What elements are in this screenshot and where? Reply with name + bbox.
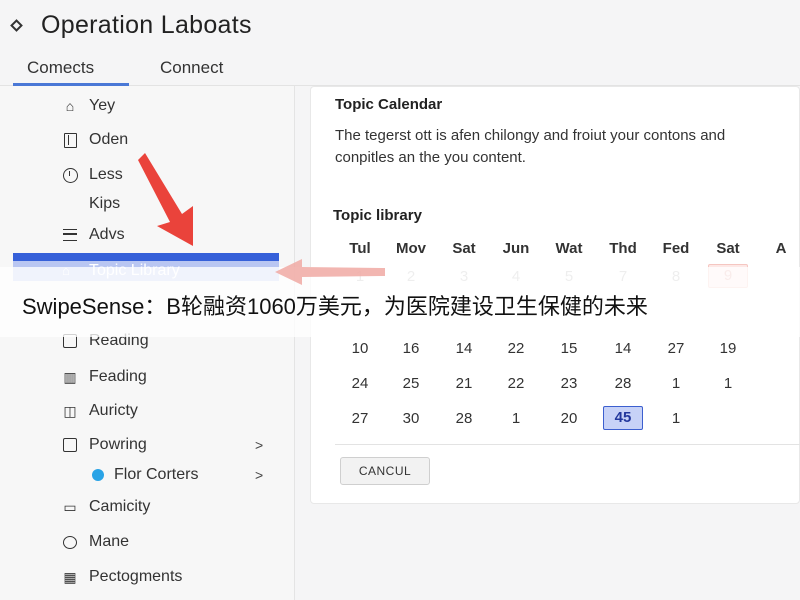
calendar-day[interactable]: 19 bbox=[708, 340, 748, 357]
weekday-label: Tul bbox=[349, 240, 371, 257]
calendar-day[interactable]: 14 bbox=[444, 340, 484, 357]
chevron-right-icon: > bbox=[255, 437, 264, 453]
sidebar-item-pectogments[interactable]: ▦ Pectogments bbox=[0, 563, 295, 591]
sidebar-item-kips[interactable]: Kips bbox=[0, 190, 295, 218]
sidebar-item-mane[interactable]: Mane bbox=[0, 528, 295, 556]
columns-icon: ▥ bbox=[63, 368, 77, 385]
home-icon: ⌂ bbox=[65, 98, 75, 114]
calendar-day[interactable]: 25 bbox=[391, 375, 431, 392]
sidebar-item-label: Auricty bbox=[89, 402, 138, 419]
sidebar-item-label: Powring bbox=[89, 436, 147, 453]
calendar-day[interactable]: 20 bbox=[549, 410, 589, 427]
library-title: Topic library bbox=[333, 207, 422, 224]
sidebar-item-label: Less bbox=[89, 166, 123, 183]
sidebar: ⌂ Yey Oden Less Kips Advs Reading ▥ Fead… bbox=[0, 86, 295, 600]
grid-icon: ▦ bbox=[63, 568, 77, 585]
calendar-day[interactable]: 21 bbox=[444, 375, 484, 392]
sidebar-item-label: Camicity bbox=[89, 498, 151, 515]
weekday-label: Sat bbox=[452, 240, 476, 257]
sidebar-item-label: Oden bbox=[89, 131, 129, 148]
sidebar-item-label: Flor Corters bbox=[114, 466, 199, 483]
sidebar-item-yey[interactable]: ⌂ Yey bbox=[0, 92, 295, 120]
caption-text: SwipeSense：B轮融资1060万美元，为医院建设卫生保健的未来 bbox=[22, 294, 648, 319]
calendar-day[interactable]: 1 bbox=[496, 410, 536, 427]
calendar-day[interactable]: 15 bbox=[549, 340, 589, 357]
list-icon bbox=[61, 226, 79, 244]
weekday-header: Tul Mov Sat Jun Wat Thd Fed Sat A bbox=[311, 240, 800, 260]
app-header: Operation Laboats bbox=[0, 0, 800, 50]
weekday-label: Wat bbox=[555, 240, 583, 257]
calendar-day[interactable]: 23 bbox=[549, 375, 589, 392]
weekday-label: Sat bbox=[716, 240, 740, 257]
sidebar-item-camicity[interactable]: ▭ Camicity bbox=[0, 493, 295, 521]
sidebar-item-flor-corters[interactable]: Flor Corters > bbox=[0, 461, 295, 489]
sidebar-item-label: Feading bbox=[89, 368, 147, 385]
sidebar-item-label: Mane bbox=[89, 533, 130, 550]
sidebar-item-auricty[interactable]: ◫ Auricty bbox=[0, 397, 295, 425]
calendar-day-selected[interactable]: 45 bbox=[603, 406, 643, 430]
calendar-day[interactable]: 28 bbox=[603, 375, 643, 392]
chevron-right-icon: > bbox=[255, 467, 264, 483]
divider bbox=[335, 444, 800, 445]
weekday-label: Mov bbox=[396, 240, 426, 257]
speech-icon bbox=[61, 533, 79, 551]
sidebar-item-label: Pectogments bbox=[89, 568, 183, 585]
page-title: Operation Laboats bbox=[41, 10, 252, 39]
sidebar-item-label: Yey bbox=[89, 97, 116, 114]
window-icon: ▭ bbox=[63, 498, 77, 515]
calendar-day[interactable]: 22 bbox=[496, 375, 536, 392]
cancel-button[interactable]: CANCUL bbox=[340, 457, 430, 485]
clock-icon bbox=[61, 166, 79, 184]
calendar-day[interactable]: 27 bbox=[656, 340, 696, 357]
weekday-label: A bbox=[775, 240, 787, 257]
sidebar-item-advs[interactable]: Advs bbox=[0, 221, 295, 249]
calendar-day[interactable]: 1 bbox=[708, 375, 748, 392]
calendar-day[interactable]: 24 bbox=[340, 375, 380, 392]
sidebar-item-label: Kips bbox=[89, 195, 121, 212]
sidebar-item-powring[interactable]: Powring > bbox=[0, 431, 295, 459]
active-item-bar bbox=[13, 253, 279, 261]
document-icon bbox=[61, 131, 79, 149]
weekday-label: Thd bbox=[609, 240, 637, 257]
sidebar-item-less[interactable]: Less bbox=[0, 161, 295, 189]
calendar-day[interactable]: 10 bbox=[340, 340, 380, 357]
calendar-day[interactable]: 14 bbox=[603, 340, 643, 357]
calendar-day[interactable]: 1 bbox=[656, 410, 696, 427]
calendar-day[interactable]: 22 bbox=[496, 340, 536, 357]
calendar-day[interactable]: 28 bbox=[444, 410, 484, 427]
panel-icon: ◫ bbox=[63, 402, 77, 419]
sidebar-item-oden[interactable]: Oden bbox=[0, 126, 295, 154]
sidebar-item-feading[interactable]: ▥ Feading bbox=[0, 363, 295, 391]
tab-comects[interactable]: Comects bbox=[27, 58, 94, 78]
sidebar-item-label: Advs bbox=[89, 226, 125, 243]
weekday-label: Fed bbox=[662, 240, 690, 257]
calendar-day[interactable]: 1 bbox=[656, 375, 696, 392]
calendar-day[interactable]: 16 bbox=[391, 340, 431, 357]
tab-connect[interactable]: Connect bbox=[160, 58, 223, 78]
dot-icon bbox=[89, 466, 107, 484]
calendar-icon bbox=[61, 436, 79, 454]
diamond-icon bbox=[10, 18, 23, 32]
calendar-title: Topic Calendar bbox=[335, 96, 443, 113]
weekday-label: Jun bbox=[502, 240, 530, 257]
calendar-description: The tegerst ott is afen chilongy and fro… bbox=[335, 127, 726, 166]
calendar-day[interactable]: 30 bbox=[391, 410, 431, 427]
tab-bar: Comects Connect bbox=[0, 50, 800, 86]
calendar-day[interactable]: 27 bbox=[340, 410, 380, 427]
